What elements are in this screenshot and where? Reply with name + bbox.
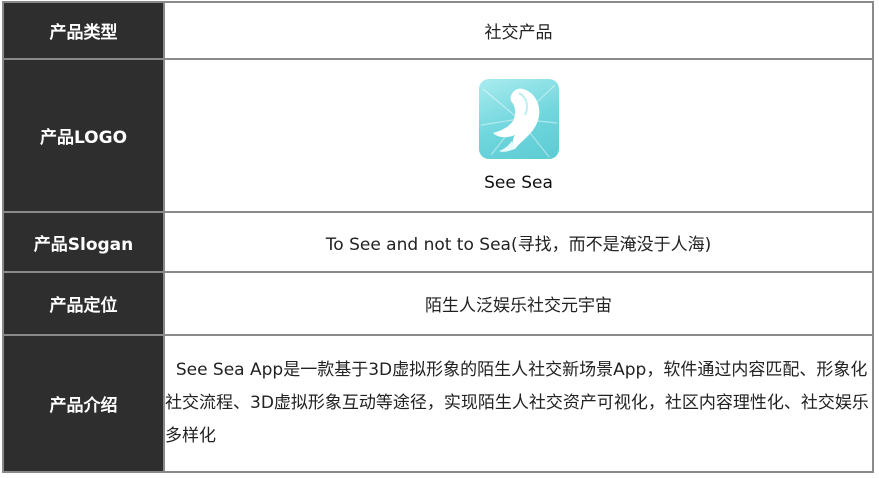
- product-info-table: 产品类型 社交产品 产品LOGO See Sea 产品Slogan To See…: [2, 1, 874, 473]
- row-product-slogan: 产品Slogan To See and not to Sea(寻找，而不是淹没于…: [2, 211, 874, 273]
- row-product-position: 产品定位 陌生人泛娱乐社交元宇宙: [2, 271, 874, 336]
- row-label: 产品介绍: [2, 334, 165, 473]
- row-product-type: 产品类型 社交产品: [2, 1, 874, 60]
- product-type-value: 社交产品: [163, 1, 874, 60]
- logo-block: See Sea: [165, 78, 872, 193]
- row-label: 产品Slogan: [2, 211, 165, 273]
- whale-logo-icon: [478, 78, 559, 159]
- position-value: 陌生人泛娱乐社交元宇宙: [163, 271, 874, 336]
- row-label: 产品LOGO: [2, 58, 165, 213]
- row-label: 产品类型: [2, 1, 165, 60]
- row-label: 产品定位: [2, 271, 165, 336]
- product-logo-cell: See Sea: [163, 58, 874, 213]
- slogan-value: To See and not to Sea(寻找，而不是淹没于人海): [163, 211, 874, 273]
- row-product-intro: 产品介绍 See Sea App是一款基于3D虚拟形象的陌生人社交新场景App，…: [2, 334, 874, 473]
- app-name: See Sea: [484, 172, 553, 193]
- row-product-logo: 产品LOGO See Sea: [2, 58, 874, 213]
- intro-value: See Sea App是一款基于3D虚拟形象的陌生人社交新场景App，软件通过内…: [163, 334, 874, 473]
